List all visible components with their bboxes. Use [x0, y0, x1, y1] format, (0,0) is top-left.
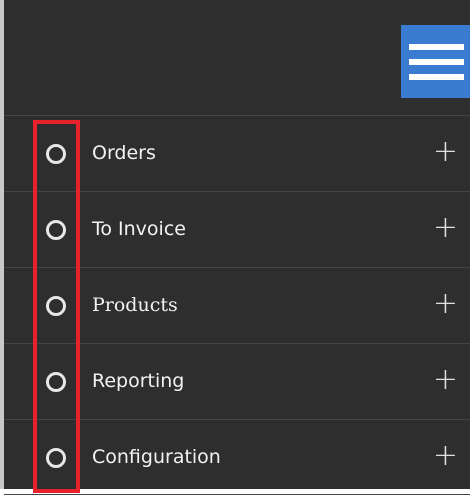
circle-icon: [46, 296, 66, 316]
plus-icon[interactable]: +: [433, 362, 458, 398]
sidebar-item-orders[interactable]: Orders +: [4, 115, 470, 191]
hamburger-menu-button[interactable]: [401, 25, 470, 98]
circle-icon: [46, 372, 66, 392]
sidebar-item-products[interactable]: Products +: [4, 267, 470, 343]
sidebar-item-label: Reporting: [92, 370, 185, 392]
sidebar-item-label: Orders: [92, 142, 156, 164]
plus-icon[interactable]: +: [433, 438, 458, 474]
hamburger-icon: [409, 74, 464, 80]
sidebar-item-to-invoice[interactable]: To Invoice +: [4, 191, 470, 267]
sidebar-item-configuration[interactable]: Configuration +: [4, 419, 470, 495]
sidebar-panel: Orders + To Invoice + Products + Reporti…: [0, 0, 470, 495]
sidebar-item-label: Configuration: [92, 446, 221, 468]
sidebar-item-label: Products: [92, 294, 178, 316]
hamburger-icon: [409, 44, 464, 50]
circle-icon: [46, 448, 66, 468]
sidebar-header: [4, 0, 470, 115]
plus-icon[interactable]: +: [433, 286, 458, 322]
sidebar-item-label: To Invoice: [92, 218, 186, 240]
plus-icon[interactable]: +: [433, 210, 458, 246]
hamburger-icon: [409, 59, 464, 65]
sidebar-menu: Orders + To Invoice + Products + Reporti…: [4, 115, 470, 495]
circle-icon: [46, 144, 66, 164]
sidebar-item-reporting[interactable]: Reporting +: [4, 343, 470, 419]
plus-icon[interactable]: +: [433, 134, 458, 170]
circle-icon: [46, 220, 66, 240]
